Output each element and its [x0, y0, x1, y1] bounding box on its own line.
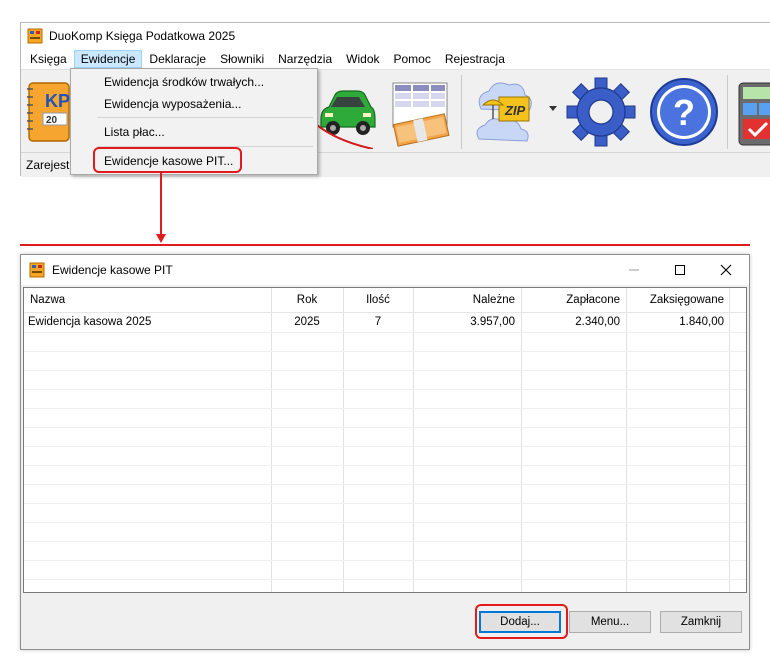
row-separator	[24, 560, 746, 561]
money-table-icon[interactable]	[387, 75, 453, 149]
menu-slowniki[interactable]: Słowniki	[213, 50, 271, 68]
maximize-icon	[675, 265, 685, 275]
menu-ksiega[interactable]: Księga	[23, 50, 74, 68]
zip-label: ZIP	[504, 103, 526, 118]
calculator-icon[interactable]	[737, 75, 770, 149]
row-separator	[24, 579, 746, 580]
minimize-button[interactable]	[611, 255, 657, 285]
toolbar-separator-2	[727, 75, 728, 149]
column-header-zaksiegowane[interactable]: Zaksięgowane	[626, 288, 724, 312]
menu-button[interactable]: Menu...	[569, 611, 651, 633]
menu-rejestracja[interactable]: Rejestracja	[438, 50, 512, 68]
table-header: Nazwa Rok Ilość Należne Zapłacone Zaksię…	[24, 288, 746, 313]
car-icon[interactable]	[317, 75, 377, 149]
menu-pomoc[interactable]: Pomoc	[387, 50, 438, 68]
arrow-down-icon	[156, 234, 166, 243]
app-title: DuoKomp Księga Podatkowa 2025	[49, 29, 236, 43]
column-divider	[413, 288, 414, 592]
cell-nalezne: 3.957,00	[470, 316, 515, 328]
maximize-button[interactable]	[657, 255, 703, 285]
row-separator	[24, 503, 746, 504]
book-icon-label: KP	[45, 91, 70, 111]
menu-widok[interactable]: Widok	[339, 50, 386, 68]
help-icon[interactable]: ?	[647, 75, 721, 149]
cell-rok: 2025	[294, 316, 320, 328]
menu-item-srodki-trwale[interactable]: Ewidencja środków trwałych...	[104, 75, 264, 89]
column-divider	[626, 288, 627, 592]
highlight-box-menu-item	[93, 147, 242, 173]
menu-ewidencje[interactable]: Ewidencje	[73, 50, 143, 68]
row-separator	[24, 370, 746, 371]
cell-zaplacone: 2.340,00	[575, 316, 620, 328]
svg-text:?: ?	[673, 92, 695, 133]
menu-item-wyposazenie[interactable]: Ewidencja wyposażenia...	[104, 97, 241, 111]
row-separator	[24, 408, 746, 409]
row-separator	[24, 332, 746, 333]
app-titlebar: DuoKomp Księga Podatkowa 2025	[21, 23, 770, 49]
column-divider	[729, 288, 730, 592]
close-icon	[720, 264, 732, 276]
row-separator	[24, 351, 746, 352]
cell-zaksiegowane: 1.840,00	[679, 316, 724, 328]
row-separator	[24, 484, 746, 485]
column-header-rok[interactable]: Rok	[271, 288, 343, 312]
cell-ilosc: 7	[374, 316, 382, 328]
book-icon-year: 20	[46, 115, 58, 126]
column-header-ilosc[interactable]: Ilość	[343, 288, 413, 312]
zip-backup-icon[interactable]: ZIP	[469, 75, 545, 149]
close-window-button[interactable]	[703, 255, 749, 285]
ewidencje-kasowe-dialog: Ewidencje kasowe PIT Nazwa Rok Ilość Nal…	[20, 254, 750, 650]
column-divider	[521, 288, 522, 592]
menu-item-lista-plac[interactable]: Lista płac...	[104, 125, 165, 139]
menu-separator	[97, 117, 313, 118]
ewidencje-table[interactable]: Nazwa Rok Ilość Należne Zapłacone Zaksię…	[23, 287, 747, 593]
column-header-nalezne[interactable]: Należne	[413, 288, 515, 312]
divider-line	[20, 244, 750, 246]
app-logo-icon	[29, 262, 45, 278]
status-text: Zarejestr	[26, 158, 74, 172]
column-header-zaplacone[interactable]: Zapłacone	[521, 288, 620, 312]
menu-narzedzia[interactable]: Narzędzia	[271, 50, 339, 68]
chevron-down-icon[interactable]	[548, 105, 558, 113]
column-divider	[343, 288, 344, 592]
dialog-titlebar: Ewidencje kasowe PIT	[21, 255, 749, 285]
row-separator	[24, 389, 746, 390]
row-separator	[24, 446, 746, 447]
app-logo-icon	[27, 28, 43, 44]
row-separator	[24, 541, 746, 542]
toolbar-separator	[461, 75, 462, 149]
close-button[interactable]: Zamknij	[660, 611, 742, 633]
minimize-icon	[629, 269, 639, 271]
connector-line	[160, 173, 162, 235]
column-header-nazwa[interactable]: Nazwa	[30, 288, 65, 312]
menu-bar: Księga Ewidencje Deklaracje Słowniki Nar…	[21, 49, 770, 70]
cell-nazwa: Ewidencja kasowa 2025	[28, 316, 152, 328]
highlight-box-add-button	[475, 604, 568, 639]
menu-deklaracje[interactable]: Deklaracje	[142, 50, 213, 68]
row-separator	[24, 465, 746, 466]
dialog-title: Ewidencje kasowe PIT	[52, 263, 173, 277]
row-separator	[24, 522, 746, 523]
kpir-book-icon[interactable]: KP 20	[23, 75, 73, 149]
column-divider	[271, 288, 272, 592]
settings-gear-icon[interactable]	[561, 75, 641, 149]
row-separator	[24, 427, 746, 428]
